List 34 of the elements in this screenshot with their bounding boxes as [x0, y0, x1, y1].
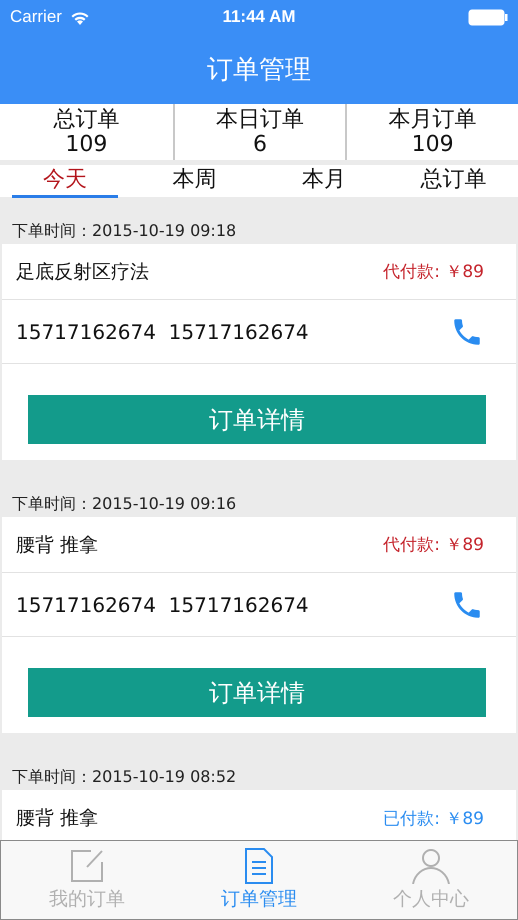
stat-label: 总订单: [53, 107, 120, 133]
payment-status: 代付款: ￥89: [383, 534, 484, 556]
filter-tab[interactable]: 本月: [271, 165, 376, 198]
payment-status: 已付款: ￥89: [383, 808, 484, 830]
carrier-name: Carrier: [10, 7, 62, 27]
stat-label: 本日订单: [216, 107, 304, 133]
stat-value: 109: [412, 133, 454, 157]
phone-numbers: 15717162674 15717162674: [16, 592, 309, 616]
edit-icon: [69, 848, 105, 884]
stat-value: 6: [252, 133, 267, 157]
order-details-button[interactable]: 订单详情: [28, 395, 486, 444]
phone-numbers: 15717162674 15717162674: [16, 320, 309, 344]
tab-bar-item[interactable]: 我的订单: [1, 841, 173, 919]
stat-value: 109: [65, 133, 108, 157]
person-icon: [411, 848, 451, 884]
filter-tab[interactable]: 今天: [12, 165, 118, 198]
stat-label: 本月订单: [388, 107, 477, 133]
tab-bar-item[interactable]: 个人中心: [345, 841, 517, 919]
order-details-button[interactable]: 订单详情: [28, 668, 486, 717]
page-title: 订单管理: [206, 54, 312, 86]
service-name: 腰背 推拿: [16, 806, 98, 831]
battery-icon: [468, 8, 508, 26]
service-name: 足底反射区疗法: [16, 260, 149, 284]
tab-bar-item[interactable]: 订单管理: [173, 841, 345, 919]
order-time: 下单时间：2015-10-19 09:18: [11, 220, 238, 242]
order-time: 下单时间：2015-10-19 08:52: [11, 766, 238, 788]
filter-tab[interactable]: 本周: [142, 165, 247, 198]
document-icon: [245, 848, 273, 884]
filter-tab[interactable]: 总订单: [400, 165, 506, 198]
payment-status: 代付款: ￥89: [383, 261, 484, 283]
status-time: 11:44 AM: [222, 7, 296, 27]
wifi-icon: [70, 10, 90, 24]
order-time: 下单时间：2015-10-19 09:16: [11, 493, 238, 515]
service-name: 腰背 推拿: [16, 532, 98, 558]
